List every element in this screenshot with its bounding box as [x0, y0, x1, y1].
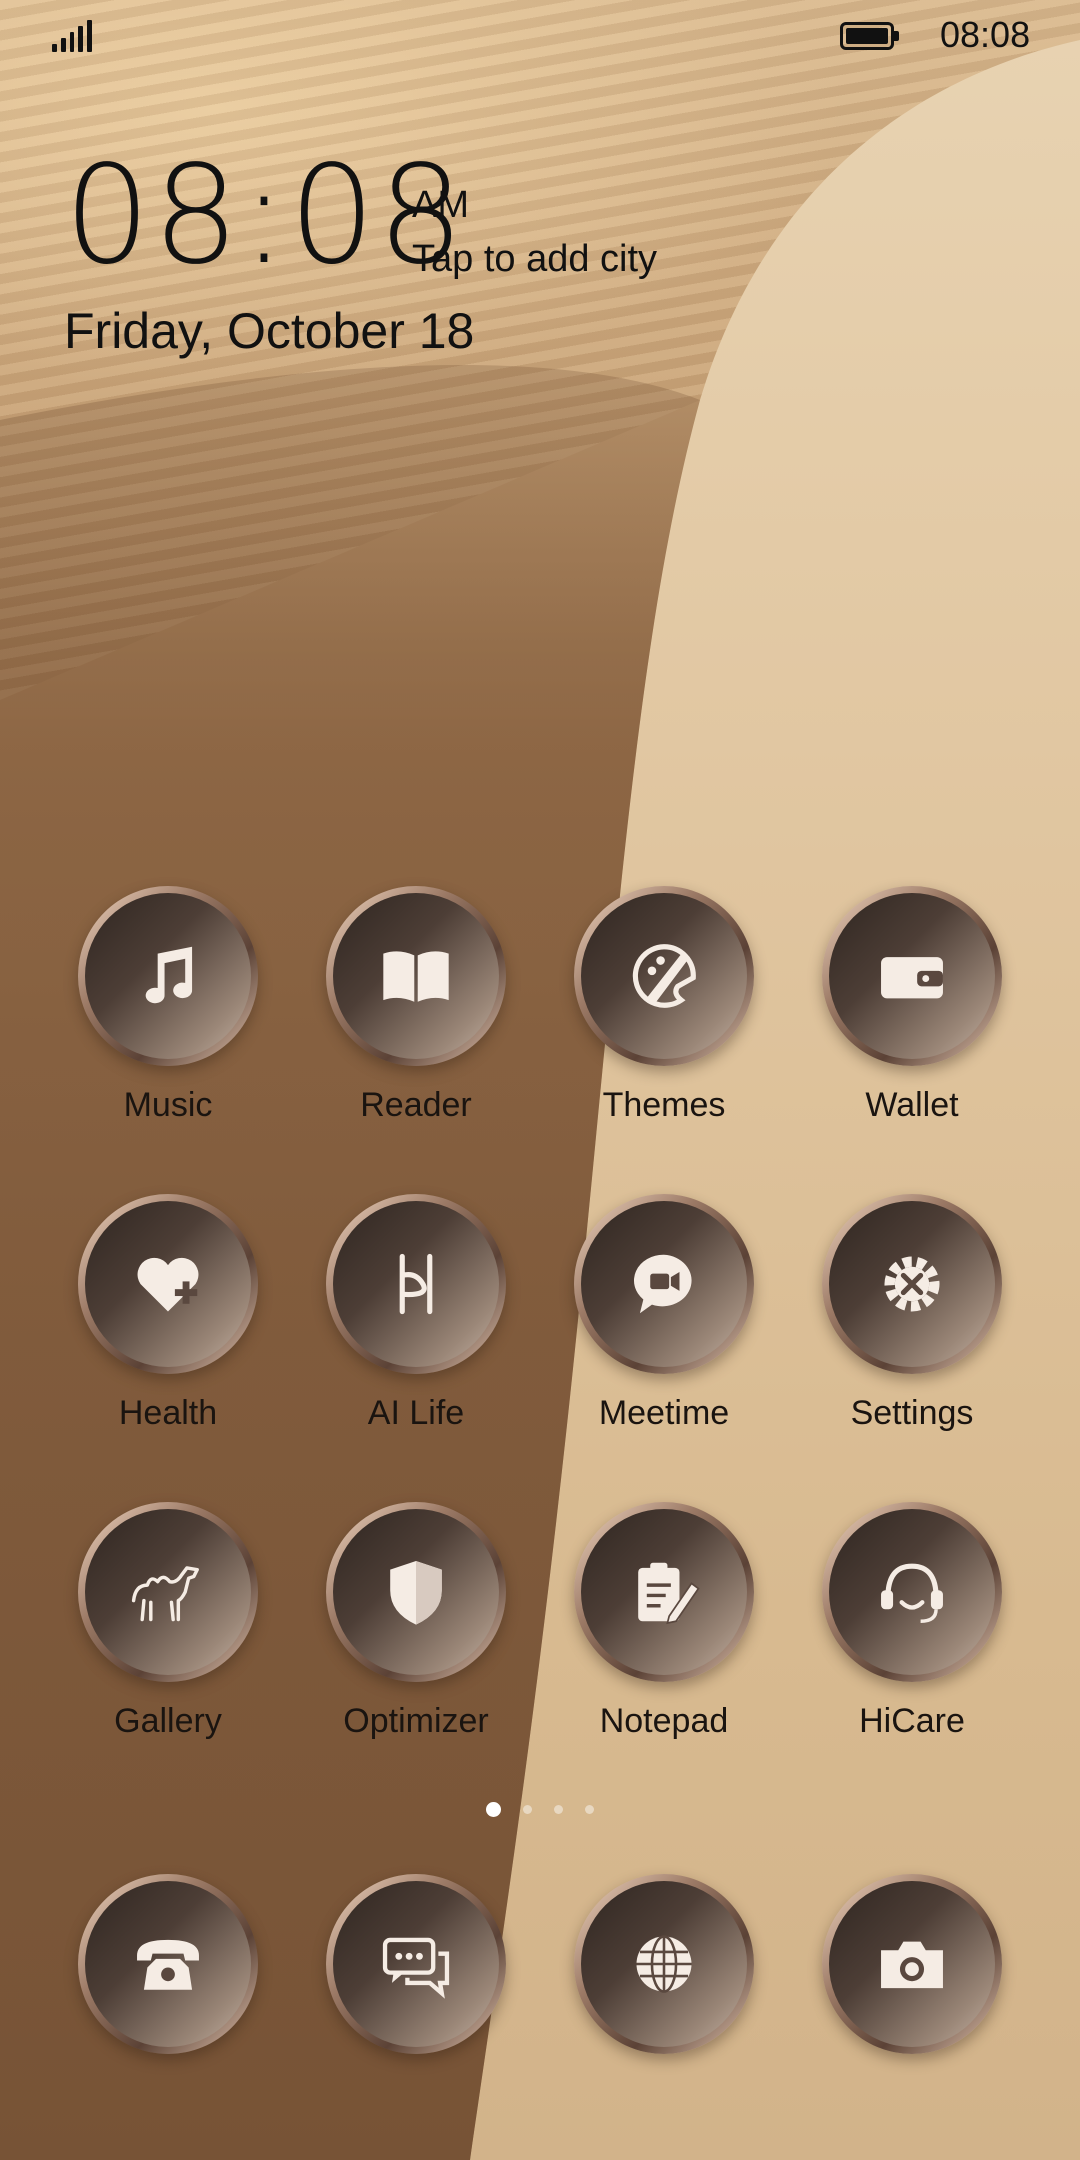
camel-icon	[131, 1566, 199, 1622]
clipboard-pencil-icon	[638, 1562, 700, 1625]
wallet-icon	[881, 957, 943, 999]
app-ai-life[interactable]: AI Life	[292, 1194, 540, 1433]
page-dot[interactable]	[523, 1805, 532, 1814]
app-notepad[interactable]: Notepad	[540, 1502, 788, 1741]
app-label: Optimizer	[343, 1702, 489, 1740]
music-note-icon	[145, 946, 193, 1004]
page-dot[interactable]	[554, 1805, 563, 1814]
app-wallet[interactable]: Wallet	[788, 886, 1036, 1125]
app-label: Meetime	[598, 1394, 730, 1432]
app-label: Music	[123, 1086, 213, 1124]
add-city-link[interactable]: Tap to add city	[412, 238, 657, 281]
app-gallery[interactable]: Gallery	[44, 1502, 292, 1741]
app-label: Gallery	[114, 1702, 222, 1740]
status-time: 08:08	[940, 14, 1031, 55]
globe-icon	[636, 1935, 692, 1993]
book-icon	[383, 951, 449, 1002]
video-chat-icon	[633, 1254, 692, 1314]
battery-icon	[840, 22, 899, 50]
app-label: Themes	[602, 1086, 726, 1124]
gear-tools-icon	[884, 1256, 940, 1312]
app-hicare[interactable]: HiCare	[788, 1502, 1036, 1741]
app-reader[interactable]: Reader	[292, 886, 540, 1125]
shield-icon	[390, 1561, 442, 1625]
app-music[interactable]: Music	[44, 886, 292, 1125]
app-themes[interactable]: Themes	[540, 886, 788, 1125]
heart-plus-icon	[137, 1257, 199, 1312]
app-label: Notepad	[599, 1702, 729, 1740]
clock-date[interactable]: Friday, October 18	[64, 302, 474, 360]
messages-icon	[382, 1937, 450, 1999]
ai-life-icon	[399, 1253, 433, 1315]
dock-messages[interactable]	[292, 1874, 540, 2054]
dock-camera[interactable]	[788, 1874, 1036, 2054]
page-indicator[interactable]	[0, 1802, 1080, 1817]
app-optimizer[interactable]: Optimizer	[292, 1502, 540, 1741]
app-label: Reader	[360, 1086, 472, 1124]
headset-icon	[881, 1563, 943, 1623]
phone-icon	[137, 1939, 199, 1990]
app-label: AI Life	[367, 1394, 465, 1432]
status-bar: 08:08	[0, 0, 1080, 72]
dock-browser[interactable]	[540, 1874, 788, 2054]
app-label: Settings	[850, 1394, 974, 1432]
clock-time[interactable]: 08:08	[64, 148, 466, 284]
app-meetime[interactable]: Meetime	[540, 1194, 788, 1433]
clock-ampm: AM	[412, 184, 469, 226]
app-health[interactable]: Health	[44, 1194, 292, 1433]
dock-phone[interactable]	[44, 1874, 292, 2054]
app-label: Health	[118, 1394, 218, 1432]
page-dot-active[interactable]	[486, 1802, 501, 1817]
signal-icon	[52, 20, 92, 52]
app-label: Wallet	[865, 1086, 959, 1124]
app-label: HiCare	[859, 1702, 965, 1740]
camera-icon	[881, 1941, 943, 1989]
page-dot[interactable]	[585, 1805, 594, 1814]
paintbrush-palette-icon	[632, 944, 696, 1008]
app-settings[interactable]: Settings	[788, 1194, 1036, 1433]
